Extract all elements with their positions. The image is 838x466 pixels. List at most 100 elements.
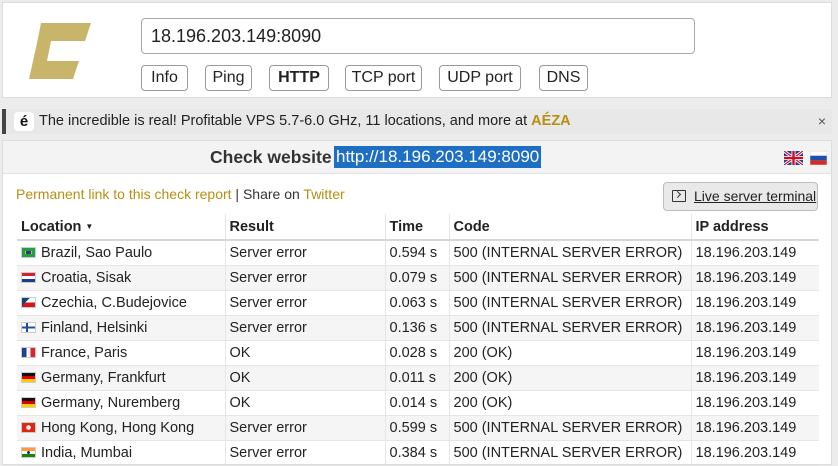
panel-title-bar: Check website http://18.196.203.149:8090: [3, 141, 831, 174]
close-icon[interactable]: ×: [818, 109, 826, 134]
live-terminal-button[interactable]: Live server terminal: [663, 182, 818, 211]
column-location[interactable]: Location ▼: [17, 214, 225, 241]
location-name: Czechia, C.Budejovice: [41, 295, 187, 311]
column-location-label: Location: [21, 218, 82, 235]
cell-code: 500 (INTERNAL SERVER ERROR): [448, 265, 691, 291]
aeza-badge-icon: é: [14, 112, 34, 131]
cell-time: 0.011 s: [384, 365, 449, 391]
cell-time: 0.014 s: [384, 390, 449, 416]
column-result: Result: [224, 214, 385, 241]
cell-location: Finland, Helsinki: [17, 315, 225, 341]
cell-ip: 18.196.203.149: [690, 340, 819, 366]
table-row: Finland, Helsinki Server error 0.136 s 500 …: [17, 315, 819, 341]
cell-time: 0.079 s: [384, 265, 449, 291]
cell-time: 0.063 s: [384, 290, 449, 316]
ad-brand[interactable]: AÉZA: [531, 113, 570, 129]
flag-france-icon: [21, 347, 36, 358]
flag-uk-icon[interactable]: [784, 151, 803, 165]
cell-result: OK: [224, 340, 385, 366]
permalink-line: Permanent link to this check report | Sh…: [16, 186, 345, 202]
cell-code: 200 (OK): [448, 365, 691, 391]
flag-india-icon: [21, 447, 36, 458]
tab-udp-port[interactable]: UDP port: [439, 65, 521, 91]
tab-info[interactable]: Info: [141, 65, 188, 91]
cell-time: 0.028 s: [384, 340, 449, 366]
cell-result: OK: [224, 365, 385, 391]
cell-location: Germany, Nuremberg: [17, 390, 225, 416]
location-name: France, Paris: [41, 345, 128, 361]
cell-result: Server error: [224, 415, 385, 441]
cell-ip: 18.196.203.149: [690, 315, 819, 341]
results-panel: Check website http://18.196.203.149:8090…: [2, 140, 832, 466]
location-name: Brazil, Sao Paulo: [41, 245, 153, 261]
cell-ip: 18.196.203.149: [690, 365, 819, 391]
cell-ip: 18.196.203.149: [690, 240, 819, 266]
cell-ip: 18.196.203.149: [690, 415, 819, 441]
tab-http[interactable]: HTTP: [269, 65, 329, 91]
cell-result: Server error: [224, 440, 385, 466]
location-name: Germany, Nuremberg: [41, 395, 181, 411]
location-name: Finland, Helsinki: [41, 320, 148, 336]
flag-germany-icon: [21, 372, 36, 383]
table-row: Brazil, Sao Paulo Server error 0.594 s 500 …: [17, 240, 819, 266]
cell-code: 200 (OK): [448, 390, 691, 416]
cell-code: 500 (INTERNAL SERVER ERROR): [448, 415, 691, 441]
cell-location: Czechia, C.Budejovice: [17, 290, 225, 316]
url-input[interactable]: [141, 18, 695, 54]
share-label: | Share on: [231, 186, 304, 202]
cell-time: 0.136 s: [384, 315, 449, 341]
table-row: India, Mumbai Server error 0.384 s 500 (INT…: [17, 440, 819, 466]
column-ip-address: IP address: [690, 214, 819, 241]
table-row: Hong Kong, Hong Kong Server error 0.599 s5…: [17, 415, 819, 441]
table-row: Czechia, C.Budejovice Server error 0.063 s…: [17, 290, 819, 316]
header: Info Ping HTTP TCP port UDP port DNS: [2, 2, 832, 98]
permanent-link[interactable]: Permanent link to this check report: [16, 186, 232, 202]
cell-location: Germany, Frankfurt: [17, 365, 225, 391]
cell-result: Server error: [224, 290, 385, 316]
checked-url[interactable]: http://18.196.203.149:8090: [334, 146, 542, 168]
cell-location: Hong Kong, Hong Kong: [17, 415, 225, 441]
flag-czechia-icon: [21, 297, 36, 308]
cell-ip: 18.196.203.149: [690, 290, 819, 316]
cell-code: 500 (INTERNAL SERVER ERROR): [448, 315, 691, 341]
ad-message: The incredible is real! Profitable VPS 5…: [39, 113, 532, 129]
cell-result: Server error: [224, 240, 385, 266]
twitter-link[interactable]: Twitter: [303, 186, 344, 202]
flag-hongkong-icon: [21, 422, 36, 433]
table-row: France, Paris OK 0.028 s 200 (OK) 18.196.203…: [17, 340, 819, 366]
tab-dns[interactable]: DNS: [539, 65, 588, 91]
column-code: Code: [448, 214, 691, 241]
flag-ru-icon[interactable]: [810, 151, 827, 165]
cell-result: Server error: [224, 265, 385, 291]
table-row: Croatia, Sisak Server error 0.079 s 500 (IN…: [17, 265, 819, 291]
cell-code: 500 (INTERNAL SERVER ERROR): [448, 290, 691, 316]
table-row: Germany, Frankfurt OK 0.011 s 200 (OK) 18.19…: [17, 365, 819, 391]
ad-text[interactable]: The incredible is real! Profitable VPS 5…: [39, 109, 571, 134]
cell-ip: 18.196.203.149: [690, 440, 819, 466]
ad-banner[interactable]: é The incredible is real! Profitable VPS…: [2, 109, 832, 134]
live-terminal-label: Live server terminal: [694, 188, 817, 204]
location-name: India, Mumbai: [41, 445, 133, 461]
cell-code: 500 (INTERNAL SERVER ERROR): [448, 240, 691, 266]
tab-tcp-port[interactable]: TCP port: [345, 65, 422, 91]
cell-location: Croatia, Sisak: [17, 265, 225, 291]
table-row: Germany, Nuremberg OK 0.014 s 200 (OK) 18.19…: [17, 390, 819, 416]
panel-title: Check website: [210, 147, 332, 167]
flag-finland-icon: [21, 322, 36, 333]
tab-ping[interactable]: Ping: [205, 65, 252, 91]
location-name: Germany, Frankfurt: [41, 370, 166, 386]
results-table: Location ▼ Result Time Code IP address Br…: [17, 214, 819, 466]
cell-result: Server error: [224, 315, 385, 341]
cell-code: 500 (INTERNAL SERVER ERROR): [448, 440, 691, 466]
cell-time: 0.384 s: [384, 440, 449, 466]
terminal-icon: [672, 190, 686, 202]
flag-germany-icon: [21, 397, 36, 408]
table-header-row: Location ▼ Result Time Code IP address: [17, 214, 819, 241]
cell-ip: 18.196.203.149: [690, 265, 819, 291]
cell-location: France, Paris: [17, 340, 225, 366]
check-host-logo[interactable]: [27, 21, 93, 81]
cell-time: 0.594 s: [384, 240, 449, 266]
column-time: Time: [384, 214, 449, 241]
cell-code: 200 (OK): [448, 340, 691, 366]
cell-result: OK: [224, 390, 385, 416]
